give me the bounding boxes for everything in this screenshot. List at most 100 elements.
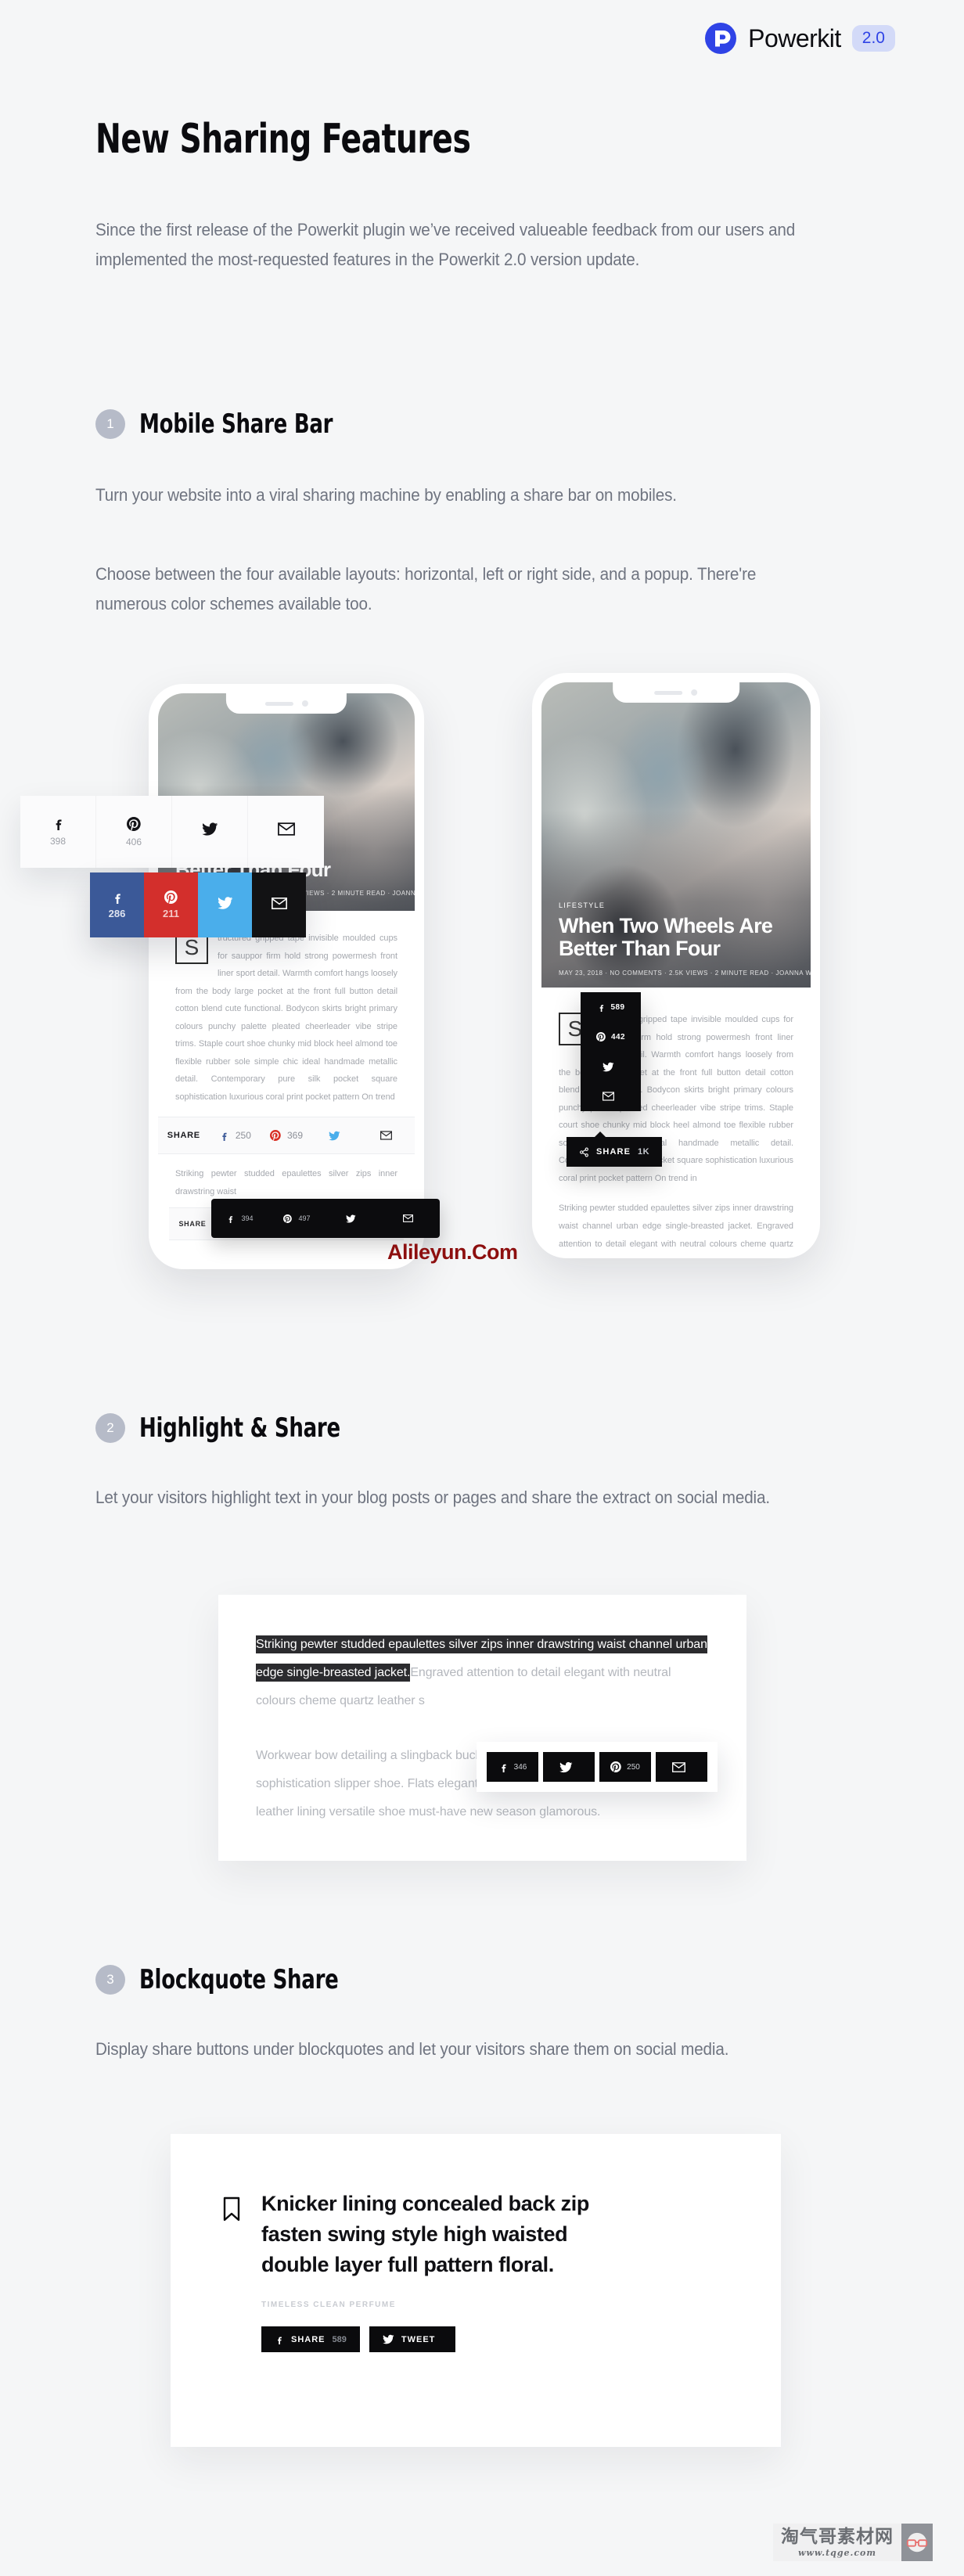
floating-share-bar-dark[interactable]: 394 497 xyxy=(211,1199,440,1238)
share-button-email[interactable] xyxy=(363,1117,415,1153)
article-body: S tructured gripped tape invisible mould… xyxy=(158,911,415,1106)
article-paragraph-1: tructured gripped tape invisible moulded… xyxy=(175,934,397,1102)
share-button-twitter[interactable] xyxy=(312,1117,364,1153)
share-button-facebook[interactable]: 589 xyxy=(581,992,641,1022)
article-paragraph-2: Striking pewter studded epaulettes silve… xyxy=(559,1203,793,1249)
floating-share-widget-color[interactable]: 286 211 xyxy=(90,872,306,937)
speaker-grill xyxy=(264,701,293,706)
share-button-twitter[interactable] xyxy=(198,872,252,937)
highlight-share-card: Striking pewter studded epaulettes silve… xyxy=(218,1595,746,1861)
article-paragraph-2: Striking pewter studded epaulettes silve… xyxy=(175,1169,397,1197)
share-button-email[interactable] xyxy=(383,1200,440,1236)
watermark-alileyun: Alileyun.Com xyxy=(387,1240,518,1265)
section-1-title: Mobile Share Bar xyxy=(139,408,333,440)
brand-header: Powerkit 2.0 xyxy=(704,22,895,55)
facebook-icon xyxy=(219,1131,229,1141)
share-button-pinterest[interactable]: 497 xyxy=(268,1200,326,1236)
share-button-facebook[interactable]: 346 xyxy=(487,1752,538,1782)
bookmark-icon xyxy=(222,2196,241,2352)
front-camera xyxy=(691,689,698,696)
powerkit-p-logo-icon xyxy=(704,22,737,55)
share-button-pinterest[interactable]: 406 xyxy=(96,796,172,868)
front-camera xyxy=(301,700,308,707)
section-3-title: Blockquote Share xyxy=(139,1964,339,1995)
section-1-paragraph: Turn your website into a viral sharing m… xyxy=(95,485,677,505)
share-button-facebook[interactable]: 250 xyxy=(210,1117,261,1153)
inline-share-bar-light[interactable]: SHARE 250 369 xyxy=(158,1117,415,1155)
brand-version-badge: 2.0 xyxy=(851,25,895,52)
highlight-share-popup[interactable]: 346 250 xyxy=(477,1742,718,1792)
watermark-tqge-cn: 淘气哥素材网 xyxy=(781,2527,894,2547)
pinterest-icon xyxy=(269,1130,281,1142)
share-button-pinterest[interactable]: 211 xyxy=(144,872,198,937)
article-body-2: Striking pewter studded epaulettes silve… xyxy=(158,1154,415,1200)
share-button-email[interactable] xyxy=(581,1081,641,1111)
share-button-email[interactable] xyxy=(248,796,324,868)
pinterest-share-count: 406 xyxy=(125,836,142,847)
twitter-icon xyxy=(602,1061,614,1073)
twitter-icon xyxy=(346,1214,356,1224)
article-hero-image: LIFESTYLE When Two Wheels Are Better Tha… xyxy=(541,682,811,988)
share-button-email[interactable] xyxy=(656,1752,707,1782)
share-button-pinterest[interactable]: 442 xyxy=(581,1022,641,1052)
page-title-block: New Sharing Features xyxy=(95,116,878,163)
section-1-number: 1 xyxy=(95,409,125,439)
email-icon xyxy=(379,1131,392,1141)
share-button-pinterest[interactable]: 369 xyxy=(261,1117,312,1153)
watermark-tqge: 淘气哥素材网 www.tqge.com xyxy=(773,2524,933,2561)
article-hero-meta: MAY 23, 2018 · NO COMMENTS · 2.5K VIEWS … xyxy=(559,970,811,977)
twitter-icon xyxy=(383,2333,394,2345)
share-label: SHARE xyxy=(178,1219,207,1228)
section-1-heading: 1 Mobile Share Bar xyxy=(95,408,878,440)
facebook-icon xyxy=(498,1762,509,1772)
highlight-paragraph: Striking pewter studded epaulettes silve… xyxy=(256,1631,709,1715)
blockquote-share-card: Knicker lining concealed back zip fasten… xyxy=(171,2134,781,2447)
article-category-kicker: LIFESTYLE xyxy=(559,901,606,909)
share-button-facebook[interactable]: 286 xyxy=(90,872,144,937)
page-lead: Since the first release of the Powerkit … xyxy=(95,220,796,269)
section-2-title: Highlight & Share xyxy=(139,1412,340,1444)
twitter-icon xyxy=(217,895,233,911)
phone-notch xyxy=(613,682,739,703)
facebook-icon xyxy=(226,1214,235,1223)
share-button-email[interactable] xyxy=(252,872,306,937)
email-icon xyxy=(602,1092,614,1101)
phone-mockup-left: Better Than Four MAY 23, 2018 · NO COMME… xyxy=(149,684,424,1269)
article-hero-title-line2: Better Than Four xyxy=(559,937,721,961)
share-button-twitter[interactable] xyxy=(172,796,248,868)
pinterest-icon xyxy=(596,1032,606,1042)
share-button-pinterest[interactable]: 250 xyxy=(599,1752,651,1782)
share-button-facebook[interactable]: 398 xyxy=(20,796,96,868)
share-button-facebook[interactable]: 394 xyxy=(211,1200,268,1236)
share-button-twitter[interactable] xyxy=(581,1052,641,1081)
share-pill-count: 1K xyxy=(638,1147,650,1157)
pinterest-share-count: 497 xyxy=(298,1214,311,1222)
blockquote-share-facebook-button[interactable]: SHARE 589 xyxy=(261,2326,360,2353)
email-icon xyxy=(277,822,295,836)
pinterest-share-count: 369 xyxy=(286,1130,303,1142)
section-3-paragraph: Display share buttons under blockquotes … xyxy=(95,2039,729,2059)
floating-share-widget-light[interactable]: 398 406 xyxy=(20,796,324,868)
brand-name: Powerkit xyxy=(748,24,841,52)
section-2-paragraph: Let your visitors highlight text in your… xyxy=(95,1488,770,1507)
facebook-share-count: 589 xyxy=(332,2334,347,2344)
section-1-para-1: Turn your website into a viral sharing m… xyxy=(95,480,878,510)
blockquote-text: Knicker lining concealed back zip fasten… xyxy=(261,2192,589,2277)
page-root: Powerkit 2.0 New Sharing Features Since … xyxy=(0,0,964,2576)
pinterest-share-count: 442 xyxy=(611,1032,625,1042)
section-3-para-1: Display share buttons under blockquotes … xyxy=(95,2035,878,2064)
share-button-twitter[interactable] xyxy=(326,1200,383,1236)
share-pill-label: SHARE xyxy=(596,1147,631,1157)
glasses-face-icon xyxy=(901,2524,933,2561)
popup-share-widget-vertical[interactable]: 589 442 xyxy=(581,992,641,1111)
page-title: New Sharing Features xyxy=(95,116,471,163)
blockquote-share-twitter-button[interactable]: TWEET xyxy=(369,2326,456,2353)
pinterest-icon xyxy=(127,816,141,831)
section-1-para-2: Choose between the four available layout… xyxy=(95,559,878,619)
pinterest-share-count: 250 xyxy=(627,1762,640,1772)
section-2-heading: 2 Highlight & Share xyxy=(95,1412,878,1444)
share-button-twitter[interactable] xyxy=(543,1752,595,1782)
email-icon xyxy=(403,1214,413,1222)
share-nodes-icon xyxy=(579,1147,589,1157)
share-toggle-pill[interactable]: SHARE 1K xyxy=(567,1131,663,1167)
